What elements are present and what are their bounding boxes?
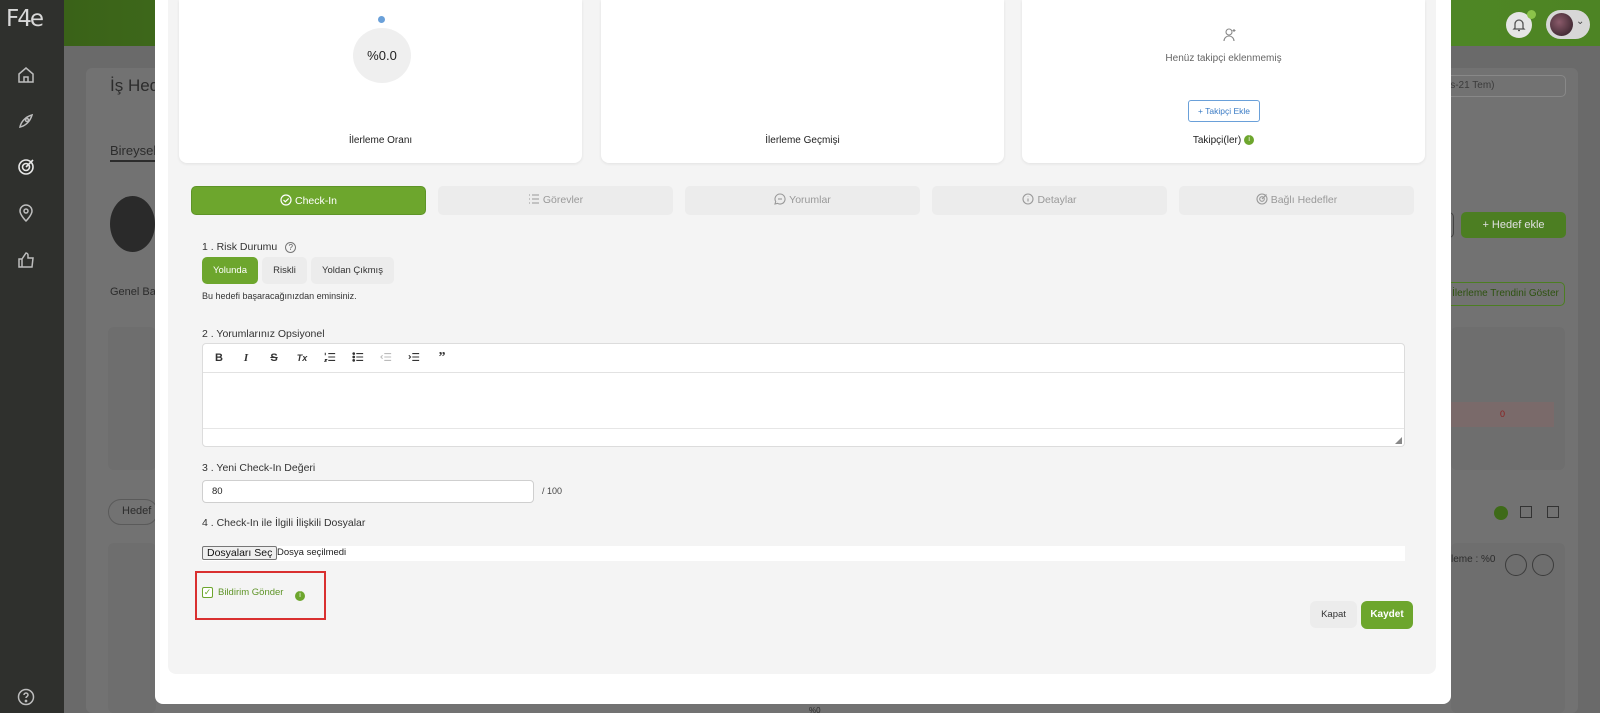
followers-empty-text: Henüz takipçi eklenmemiş: [1165, 53, 1282, 64]
tab-label: Check-In: [294, 195, 337, 207]
target-icon: [1256, 193, 1268, 205]
history-card: İlerleme Geçmişi: [601, 0, 1004, 163]
notify-info: i: [292, 587, 305, 605]
location-pin-icon[interactable]: [16, 203, 36, 223]
target-icon[interactable]: [16, 157, 36, 177]
editor-statusbar: [203, 428, 1404, 446]
clear-format-button[interactable]: Tx: [294, 351, 310, 365]
strikethrough-button[interactable]: S: [266, 351, 282, 365]
more-button[interactable]: [1532, 554, 1554, 576]
app-logo[interactable]: F4e: [6, 6, 44, 32]
outdent-icon[interactable]: [378, 351, 394, 365]
info-icon[interactable]: i: [1244, 135, 1255, 146]
add-follower-button[interactable]: + Takipçi Ekle: [1188, 100, 1260, 122]
tab-bagli-hedefler[interactable]: Bağlı Hedefler: [1179, 186, 1414, 215]
collapse-button[interactable]: [1505, 554, 1527, 576]
file-status: Dosya seçilmedi: [277, 547, 347, 558]
info-icon[interactable]: i: [295, 590, 305, 601]
chevron-down-icon: ⌄: [1576, 16, 1585, 27]
progress-circle: %0.0: [353, 28, 411, 83]
close-button[interactable]: Kapat: [1310, 601, 1357, 628]
progress-text: leme : %0: [1451, 554, 1496, 565]
history-card-title: İlerleme Geçmişi: [765, 135, 840, 146]
checkin-value-label: 3 . Yeni Check-In Değeri: [202, 462, 316, 474]
home-icon[interactable]: [16, 65, 36, 85]
checkin-value-input[interactable]: 80: [202, 480, 534, 503]
list-icon: [528, 193, 540, 205]
comment-editor[interactable]: B I S Tx ”: [202, 343, 1405, 447]
help-icon[interactable]: [16, 687, 36, 707]
italic-button[interactable]: I: [238, 351, 254, 365]
risk-label-text: 1 . Risk Durumu: [202, 241, 278, 253]
bold-button[interactable]: B: [211, 351, 227, 365]
tab-underline: [110, 160, 158, 162]
followers-card-title: Takipçi(ler) i: [1022, 135, 1425, 146]
page-title: İş Hed: [110, 76, 160, 95]
rocket-icon[interactable]: [16, 111, 36, 131]
comment-icon: [774, 193, 786, 206]
tree-view-icon[interactable]: [1547, 506, 1559, 518]
bullet-list-icon[interactable]: [350, 351, 366, 365]
check-circle-icon: [280, 194, 292, 206]
tab-label: Detaylar: [1037, 194, 1077, 206]
comments-label: 2 . Yorumlarınız Opsiyonel: [202, 328, 325, 340]
indent-icon[interactable]: [406, 351, 422, 365]
editor-toolbar: B I S Tx ”: [203, 344, 1404, 373]
avatar: [1550, 13, 1573, 36]
zero-value: 0: [1451, 402, 1554, 427]
progress-card: %0.0 İlerleme Oranı: [179, 0, 582, 163]
notification-badge: [1527, 10, 1536, 19]
save-button[interactable]: Kaydet: [1361, 601, 1413, 629]
risk-option-yoldan-cikmis[interactable]: Yoldan Çıkmış: [311, 257, 394, 284]
profile-avatar: [110, 196, 155, 252]
goal-card: [108, 543, 156, 713]
ordered-list-icon[interactable]: [322, 351, 338, 365]
summary-card: [108, 327, 156, 470]
tab-bireysel[interactable]: Bireysel: [110, 143, 156, 158]
tab-label: Görevler: [542, 194, 584, 206]
tab-label: Yorumlar: [789, 194, 831, 206]
user-menu[interactable]: ⌄: [1546, 10, 1590, 39]
risk-option-yolunda[interactable]: Yolunda: [202, 257, 258, 284]
tab-yorumlar[interactable]: Yorumlar: [685, 186, 920, 215]
thumbs-up-icon[interactable]: [16, 250, 36, 270]
info-icon: [1022, 193, 1034, 205]
progress-card-title: İlerleme Oranı: [348, 135, 413, 146]
list-view-icon[interactable]: [1494, 506, 1508, 520]
risk-note: Bu hedefi başaracağınızdan eminsiniz.: [202, 291, 357, 301]
modal-body: %0.0 İlerleme Oranı İlerleme Geçmişi Hen…: [168, 0, 1436, 674]
risk-option-riskli[interactable]: Riskli: [262, 257, 307, 284]
notification-bell-icon[interactable]: [1506, 10, 1536, 38]
summary-card-right: [1451, 327, 1565, 470]
quote-icon[interactable]: ”: [434, 351, 450, 365]
checkin-value-suffix: / 100: [542, 486, 563, 496]
tab-detaylar[interactable]: Detaylar: [932, 186, 1167, 215]
trend-button[interactable]: İlerleme Trendini Göster: [1446, 282, 1565, 306]
resize-handle-icon[interactable]: [1395, 437, 1402, 444]
bottom-percent: %0: [809, 706, 821, 713]
tab-gorevler[interactable]: Görevler: [438, 186, 673, 215]
question-icon[interactable]: ?: [285, 241, 297, 253]
followers-title-text: Takipçi(ler): [1192, 135, 1242, 146]
followers-card: Henüz takipçi eklenmemiş + Takipçi Ekle …: [1022, 0, 1425, 163]
genel-label: Genel Ba: [110, 286, 156, 298]
hedef-filter[interactable]: Hedef: [108, 499, 158, 525]
progress-dot: [378, 16, 385, 23]
gantt-view-icon[interactable]: [1520, 506, 1532, 518]
sidebar: F4e: [0, 0, 64, 713]
risk-label: 1 . Risk Durumu?: [202, 241, 297, 253]
notify-checkbox[interactable]: ✓: [202, 587, 213, 598]
notify-label[interactable]: Bildirim Gönder: [218, 587, 283, 598]
tab-check-in[interactable]: Check-In: [191, 186, 426, 215]
tab-label: Bağlı Hedefler: [1270, 194, 1338, 206]
add-user-icon: [1222, 27, 1238, 43]
file-input: Dosyaları Seç Dosya seçilmedi: [202, 546, 1405, 561]
add-goal-button[interactable]: + Hedef ekle: [1461, 212, 1566, 238]
files-label: 4 . Check-In ile İlgili İlişkili Dosyala…: [202, 517, 366, 529]
choose-files-button[interactable]: Dosyaları Seç: [202, 546, 278, 560]
